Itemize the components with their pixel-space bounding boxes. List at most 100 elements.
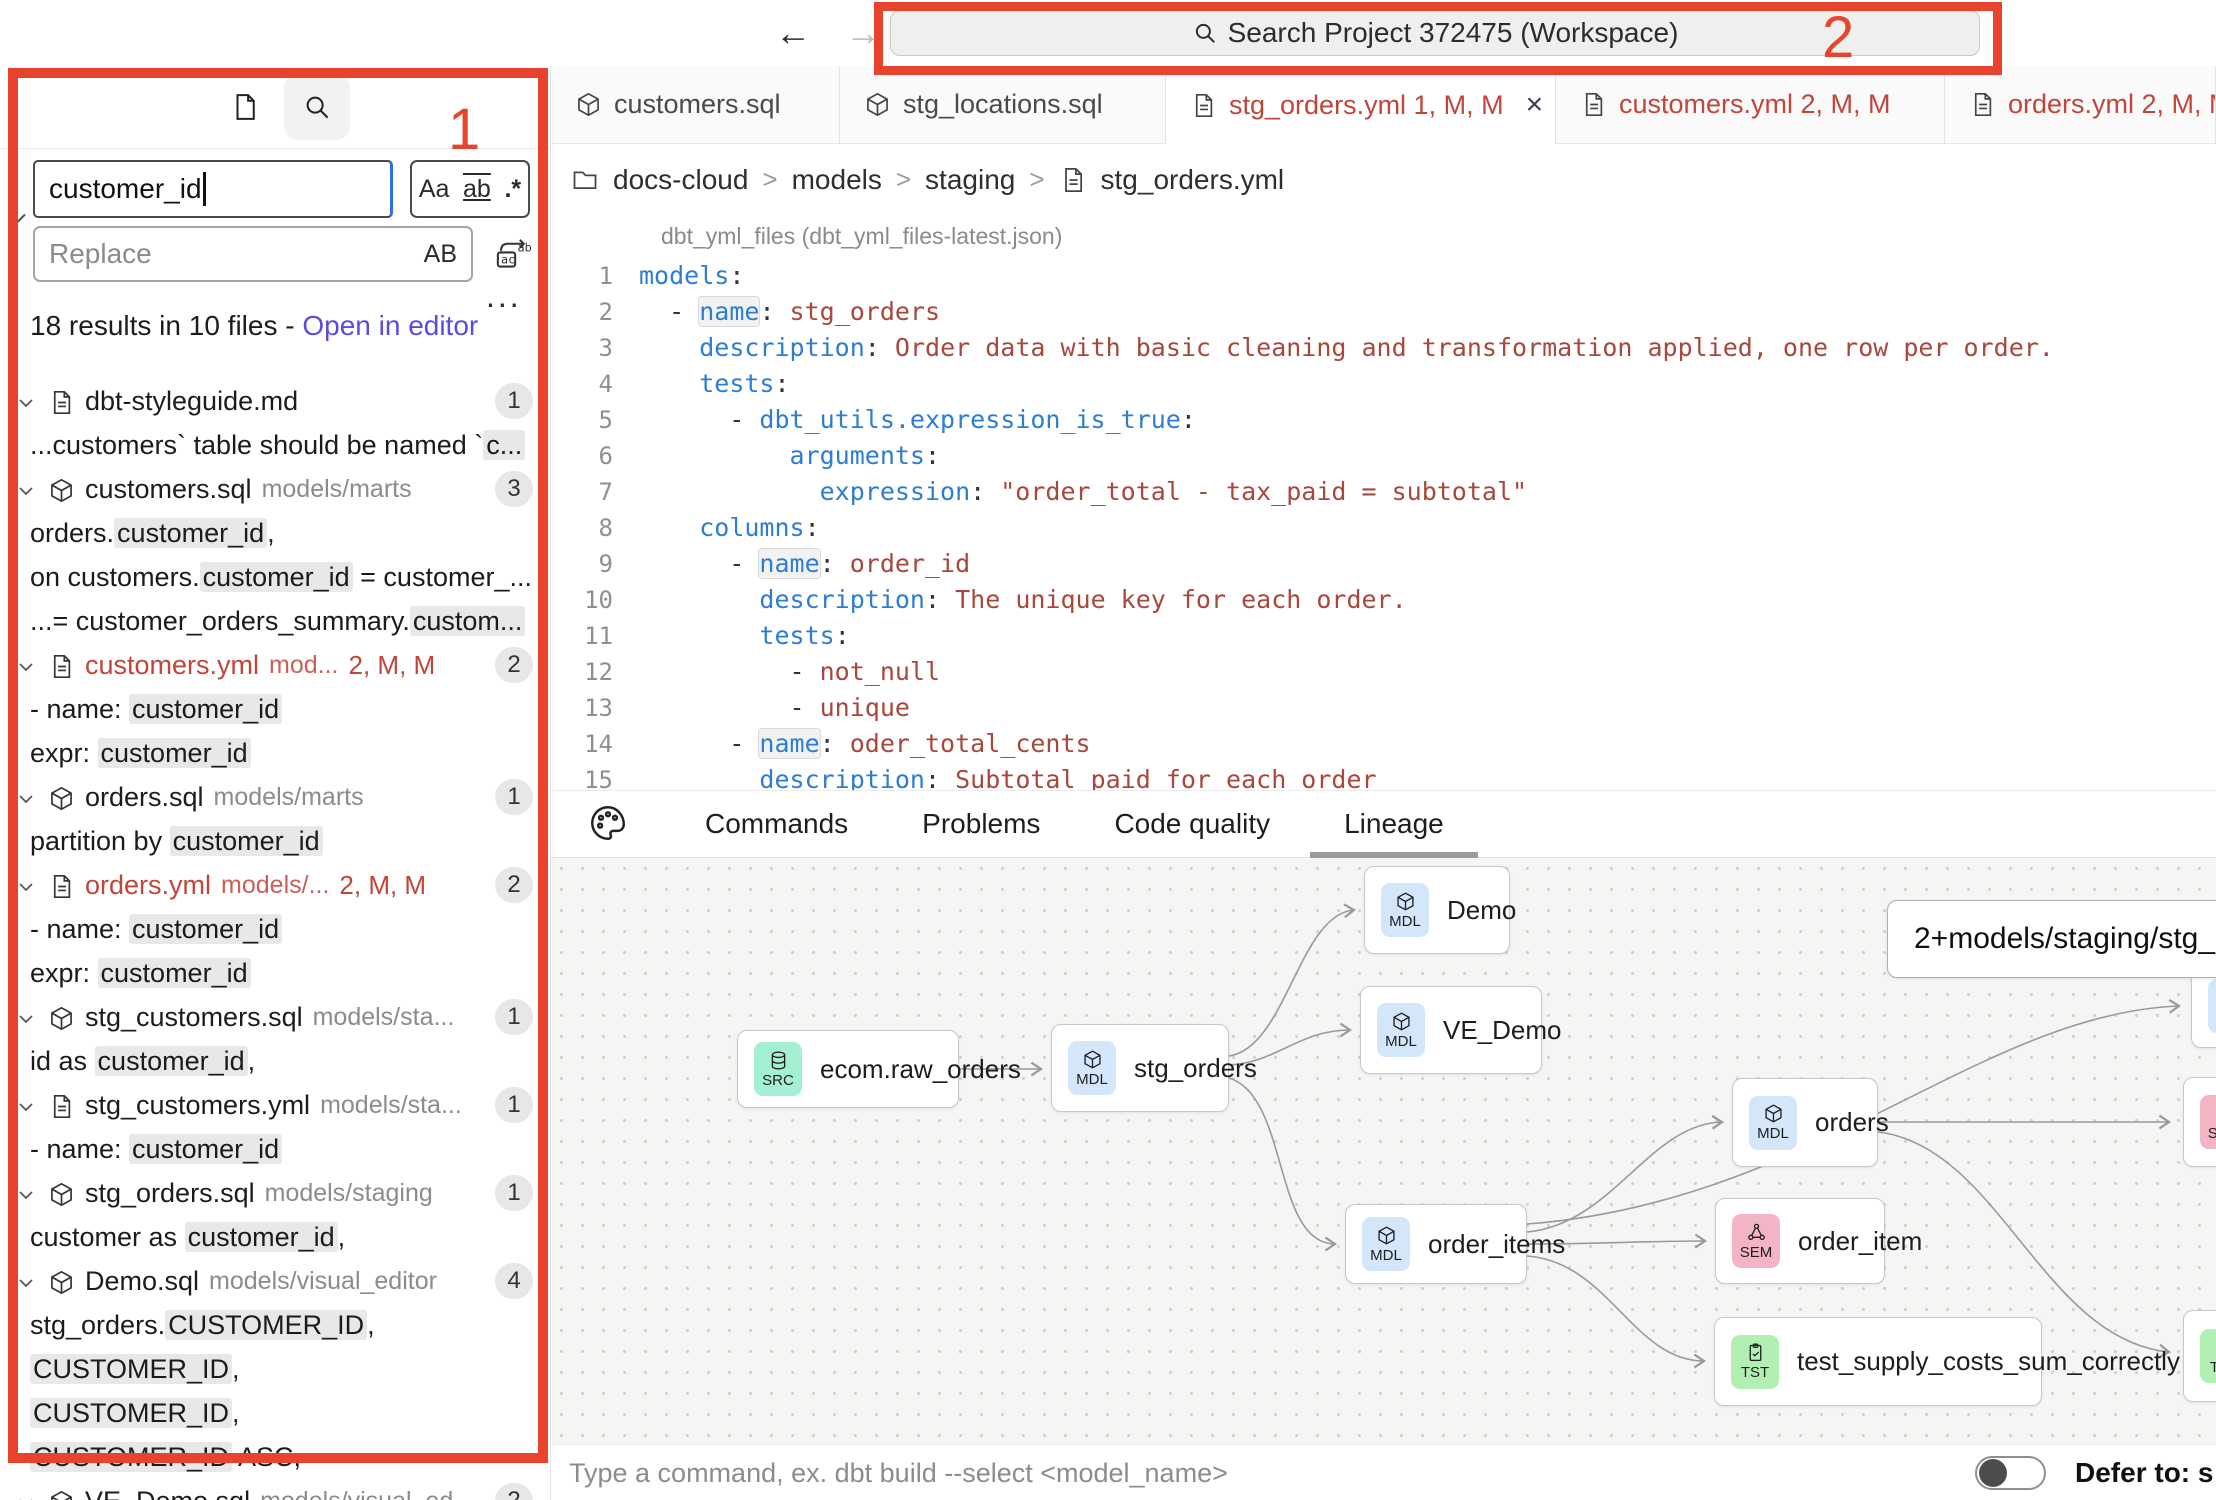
- regex-button[interactable]: .*: [504, 175, 521, 204]
- chevron-down-icon[interactable]: [14, 1259, 38, 1303]
- code-line[interactable]: 8 columns:: [551, 510, 2216, 546]
- panel-tab-problems[interactable]: Problems: [922, 790, 1040, 858]
- search-result-file-row[interactable]: stg_customers.sqlmodels/sta...1: [0, 995, 551, 1039]
- new-file-button[interactable]: [222, 84, 268, 130]
- chevron-down-icon[interactable]: [14, 775, 38, 819]
- defer-toggle[interactable]: [1975, 1456, 2046, 1490]
- close-icon[interactable]: ×: [1526, 88, 1544, 122]
- chevron-down-icon[interactable]: [14, 1083, 38, 1127]
- code-line[interactable]: 15 description: Subtotal paid for each o…: [551, 762, 2216, 790]
- project-search-bar[interactable]: Search Project 372475 (Workspace): [890, 10, 1980, 56]
- code-line[interactable]: 3 description: Order data with basic cle…: [551, 330, 2216, 366]
- code-line[interactable]: 9 - name: order_id: [551, 546, 2216, 582]
- search-match-row[interactable]: customer as customer_id,: [0, 1215, 551, 1259]
- search-match-row[interactable]: expr: customer_id: [0, 951, 551, 995]
- search-match-row[interactable]: stg_orders.CUSTOMER_ID,: [0, 1303, 551, 1347]
- search-match-row[interactable]: - name: customer_id: [0, 687, 551, 731]
- breadcrumb-item[interactable]: models: [792, 164, 882, 196]
- search-result-file-row[interactable]: stg_orders.sqlmodels/staging1: [0, 1171, 551, 1215]
- code-line[interactable]: 14 - name: oder_total_cents: [551, 726, 2216, 762]
- code-editor[interactable]: 1models:2 - name: stg_orders3 descriptio…: [551, 258, 2216, 790]
- chevron-down-icon[interactable]: [14, 1171, 38, 1215]
- search-result-file-row[interactable]: Demo.sqlmodels/visual_editor4: [0, 1259, 551, 1303]
- code-line[interactable]: 4 tests:: [551, 366, 2216, 402]
- code-line[interactable]: 5 - dbt_utils.expression_is_true:: [551, 402, 2216, 438]
- search-tool-button[interactable]: [284, 74, 350, 140]
- chevron-down-icon[interactable]: [14, 995, 38, 1039]
- lineage-node-test_supply[interactable]: TSTtest_supply_costs_sum_correctly: [1714, 1317, 2042, 1406]
- match-count-badge: 2: [495, 647, 533, 683]
- breadcrumb-item[interactable]: docs-cloud: [613, 164, 748, 196]
- editor-tab-1[interactable]: customers.sql: [551, 66, 840, 144]
- search-match-row[interactable]: CUSTOMER_ID ASC,: [0, 1435, 551, 1479]
- match-case-button[interactable]: Aa: [419, 175, 450, 204]
- chevron-down-icon[interactable]: [14, 379, 38, 423]
- search-result-file-row[interactable]: orders.ymlmodels/...2, M, M2: [0, 863, 551, 907]
- chevron-down-icon[interactable]: [14, 863, 38, 907]
- panel-tab-code-quality[interactable]: Code quality: [1114, 790, 1270, 858]
- search-match-row[interactable]: expr: customer_id: [0, 731, 551, 775]
- lineage-node-stg_orders[interactable]: MDLstg_orders: [1051, 1024, 1229, 1112]
- search-match-row[interactable]: ...customers` table should be named `c..…: [0, 423, 551, 467]
- code-line[interactable]: 7 expression: "order_total - tax_paid = …: [551, 474, 2216, 510]
- code-line[interactable]: 10 description: The unique key for each …: [551, 582, 2216, 618]
- search-match-row[interactable]: CUSTOMER_ID,: [0, 1347, 551, 1391]
- search-result-file-row[interactable]: orders.sqlmodels/marts1: [0, 775, 551, 819]
- lineage-node-demo[interactable]: MDLDemo: [1364, 866, 1510, 954]
- breadcrumb-item[interactable]: staging: [925, 164, 1015, 196]
- more-actions-button[interactable]: ...: [486, 278, 536, 314]
- chevron-down-icon[interactable]: [14, 467, 38, 511]
- lineage-node-order_items[interactable]: MDLorder_items: [1345, 1204, 1527, 1284]
- lineage-selection-label[interactable]: 2+models/staging/stg_or: [1887, 900, 2216, 978]
- search-match-row[interactable]: - name: customer_id: [0, 1127, 551, 1171]
- palette-button[interactable]: [587, 802, 631, 846]
- lineage-canvas[interactable]: SRCecom.raw_orders MDLstg_orders MDLDemo MD…: [551, 858, 2216, 1444]
- search-match-row[interactable]: ...= customer_orders_summary.custom...: [0, 599, 551, 643]
- replace-expander[interactable]: [4, 204, 34, 234]
- lineage-node-orders[interactable]: MDLorders: [1732, 1078, 1878, 1167]
- panel-tab-commands[interactable]: Commands: [705, 790, 848, 858]
- editor-tab-2[interactable]: stg_locations.sql: [840, 66, 1166, 144]
- search-result-file-row[interactable]: dbt-styleguide.md1: [0, 379, 551, 423]
- code-line[interactable]: 6 arguments:: [551, 438, 2216, 474]
- code-line[interactable]: 1models:: [551, 258, 2216, 294]
- yaml-key: name: [759, 729, 819, 758]
- lineage-node-raw_orders[interactable]: SRCecom.raw_orders: [737, 1030, 959, 1108]
- forward-arrow-icon[interactable]: →: [845, 12, 881, 54]
- search-result-file-row[interactable]: VE_Demo.sqlmodels/visual_ed...2: [0, 1479, 551, 1500]
- chevron-down-icon[interactable]: [14, 1479, 38, 1500]
- code-line[interactable]: 12 - not_null: [551, 654, 2216, 690]
- search-match-row[interactable]: partition by customer_id: [0, 819, 551, 863]
- search-match-row[interactable]: id as customer_id,: [0, 1039, 551, 1083]
- search-match-row[interactable]: on customers.customer_id = customer_...: [0, 555, 551, 599]
- code-line[interactable]: 11 tests:: [551, 618, 2216, 654]
- chevron-down-icon[interactable]: [14, 643, 38, 687]
- code-line[interactable]: 13 - unique: [551, 690, 2216, 726]
- search-input[interactable]: customer_id: [33, 160, 393, 218]
- search-match-row[interactable]: orders.customer_id,: [0, 511, 551, 555]
- search-result-file-row[interactable]: customers.sqlmodels/marts3: [0, 467, 551, 511]
- yaml-punct: [639, 333, 699, 362]
- open-in-editor-link[interactable]: Open in editor: [302, 310, 478, 341]
- back-arrow-icon[interactable]: ←: [775, 12, 811, 54]
- editor-tab-5[interactable]: orders.yml 2, M, M: [1945, 66, 2216, 144]
- command-input[interactable]: Type a command, ex. dbt build --select <…: [569, 1445, 1228, 1500]
- lineage-node-order_item[interactable]: SEMorder_item: [1715, 1198, 1885, 1284]
- editor-tab-3[interactable]: stg_orders.yml 1, M, M×: [1166, 66, 1556, 144]
- panel-tab-lineage[interactable]: Lineage: [1344, 790, 1444, 858]
- preserve-case-button[interactable]: AB: [424, 240, 457, 269]
- replace-all-button[interactable]: ac ab: [490, 232, 534, 276]
- whole-word-button[interactable]: ab: [463, 175, 491, 204]
- lineage-node-partial_bottom[interactable]: TST: [2183, 1310, 2216, 1402]
- node-badge-tst: TST: [1731, 1335, 1779, 1389]
- editor-tab-4[interactable]: customers.yml 2, M, M: [1556, 66, 1945, 144]
- replace-input[interactable]: Replace AB: [33, 226, 473, 282]
- lineage-node-partial_mid[interactable]: SEM: [2183, 1077, 2216, 1167]
- search-result-file-row[interactable]: stg_customers.ymlmodels/sta...1: [0, 1083, 551, 1127]
- node-label: orders: [1815, 1107, 1889, 1138]
- code-line[interactable]: 2 - name: stg_orders: [551, 294, 2216, 330]
- lineage-node-ve_demo[interactable]: MDLVE_Demo: [1360, 986, 1542, 1074]
- search-result-file-row[interactable]: customers.ymlmod...2, M, M2: [0, 643, 551, 687]
- search-match-row[interactable]: - name: customer_id: [0, 907, 551, 951]
- search-match-row[interactable]: CUSTOMER_ID,: [0, 1391, 551, 1435]
